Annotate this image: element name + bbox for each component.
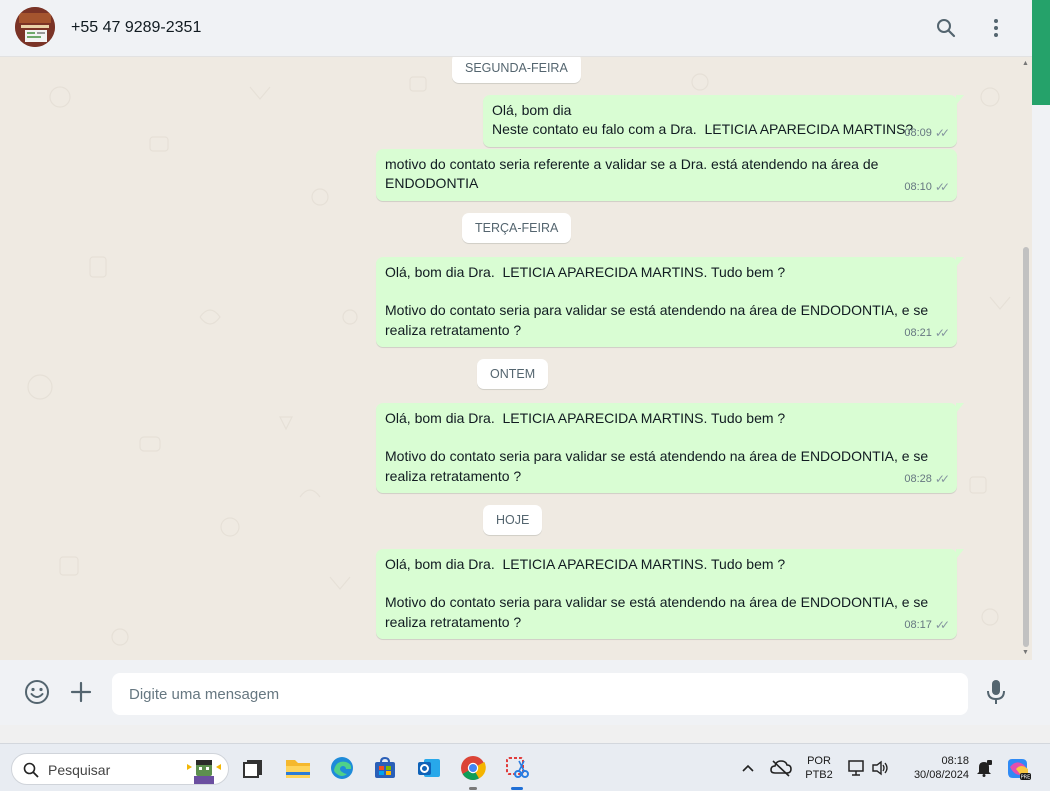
message-meta: 08:17 ✓✓ — [904, 616, 950, 635]
message-time: 08:09 — [904, 126, 932, 139]
message-text: Motivo do contato seria para validar se … — [385, 302, 929, 319]
edge-icon[interactable] — [326, 752, 358, 784]
input-language[interactable]: POR PTB2 — [800, 754, 838, 782]
message-text: Olá, bom dia Dra. LETICIA APARECIDA MART… — [385, 264, 786, 280]
chat-header: +55 47 9289-2351 — [0, 0, 1032, 57]
message-time: 08:17 — [904, 618, 932, 631]
taskbar-clock[interactable]: 08:18 30/08/2024 — [903, 754, 969, 782]
message-text — [385, 428, 948, 447]
message-meta: 08:28 ✓✓ — [904, 470, 950, 489]
message-text: realiza retratamento ? — [385, 613, 522, 630]
chevron-up-icon[interactable] — [733, 752, 763, 784]
contact-name[interactable]: +55 47 9289-2351 — [71, 19, 201, 37]
message-text: realiza retratamento ? — [385, 321, 522, 338]
message-list[interactable]: ▲ ▼ SEGUNDA-FEIRA Olá, bom dia Neste con… — [0, 57, 1032, 660]
message-input[interactable] — [112, 673, 968, 715]
emoji-icon[interactable] — [23, 678, 51, 706]
taskbar-search-label: Pesquisar — [48, 762, 111, 778]
cloud-offline-icon[interactable] — [766, 752, 796, 784]
message-text — [385, 574, 948, 593]
composer-bar — [0, 660, 1032, 725]
message-text: realiza retratamento ? — [385, 467, 522, 484]
message-text: motivo do contato seria referente a vali… — [385, 156, 879, 172]
message-text: Motivo do contato seria para validar se … — [385, 594, 929, 611]
window-bottom-edge — [0, 725, 1050, 743]
notification-bell-icon[interactable] — [972, 752, 996, 784]
date-divider: TERÇA-FEIRA — [462, 213, 572, 243]
message-meta: 08:09 ✓✓ — [904, 124, 950, 143]
message-bubble[interactable]: Olá, bom dia Dra. LETICIA APARECIDA MART… — [376, 549, 964, 639]
message-meta: 08:10 ✓✓ — [904, 178, 950, 197]
language-code: POR — [807, 755, 831, 767]
read-ticks-icon: ✓✓ — [934, 325, 950, 340]
message-text: ENDODONTIA — [385, 175, 479, 192]
kebab-menu-icon[interactable] — [983, 15, 1009, 41]
message-text: Motivo do contato seria para validar se … — [385, 448, 929, 465]
read-ticks-icon: ✓✓ — [934, 471, 950, 486]
window-edge — [1032, 105, 1050, 725]
store-icon[interactable] — [369, 752, 401, 784]
message-bubble[interactable]: Olá, bom dia Dra. LETICIA APARECIDA MART… — [376, 403, 964, 493]
outlook-icon[interactable] — [413, 752, 445, 784]
scroll-down-arrow[interactable]: ▼ — [1022, 649, 1029, 656]
message-text — [385, 282, 948, 301]
message-time: 08:28 — [904, 472, 932, 485]
message-bubble[interactable]: motivo do contato seria referente a vali… — [376, 149, 957, 201]
volume-icon[interactable] — [868, 752, 892, 784]
read-ticks-icon: ✓✓ — [934, 125, 950, 140]
chat-scrollbar[interactable] — [1023, 247, 1029, 647]
message-text: Olá, bom dia Dra. LETICIA APARECIDA MART… — [385, 410, 786, 426]
search-highlight-icon — [187, 760, 221, 784]
message-text: Neste contato eu falo com a Dra. LETICIA… — [492, 121, 914, 138]
plus-icon[interactable] — [67, 678, 95, 706]
search-icon[interactable] — [933, 15, 959, 41]
network-icon[interactable] — [845, 752, 869, 784]
svg-text:PRE: PRE — [1021, 775, 1031, 781]
read-ticks-icon: ✓✓ — [934, 617, 950, 632]
date-divider: SEGUNDA-FEIRA — [452, 57, 581, 83]
keyboard-layout: PTB2 — [805, 769, 833, 781]
message-text: Olá, bom dia — [492, 102, 572, 118]
microphone-icon[interactable] — [982, 678, 1010, 706]
task-view-icon[interactable] — [237, 752, 269, 784]
search-icon — [23, 762, 39, 778]
message-bubble[interactable]: Olá, bom dia Dra. LETICIA APARECIDA MART… — [376, 257, 964, 347]
message-time: 08:10 — [904, 180, 932, 193]
contact-avatar[interactable] — [15, 7, 55, 47]
date-divider: HOJE — [483, 505, 543, 535]
read-ticks-icon: ✓✓ — [934, 179, 950, 194]
taskbar-search[interactable]: Pesquisar — [11, 753, 229, 785]
snipping-tool-icon[interactable] — [501, 752, 533, 790]
chrome-icon[interactable] — [457, 752, 489, 790]
file-explorer-icon[interactable] — [282, 752, 314, 784]
date-divider: ONTEM — [477, 359, 549, 389]
message-time: 08:21 — [904, 326, 932, 339]
clock-date: 30/08/2024 — [913, 769, 969, 781]
scroll-up-arrow[interactable]: ▲ — [1022, 60, 1029, 67]
window-edge-accent — [1032, 0, 1050, 105]
message-meta: 08:21 ✓✓ — [904, 324, 950, 343]
windows-taskbar: Pesquisar POR PTB2 08:18 30/08/2024 PRE — [0, 743, 1050, 791]
clock-time: 08:18 — [941, 755, 969, 767]
message-bubble[interactable]: Olá, bom dia Neste contato eu falo com a… — [483, 95, 964, 147]
copilot-icon[interactable]: PRE — [1003, 752, 1035, 784]
message-text: Olá, bom dia Dra. LETICIA APARECIDA MART… — [385, 556, 786, 572]
